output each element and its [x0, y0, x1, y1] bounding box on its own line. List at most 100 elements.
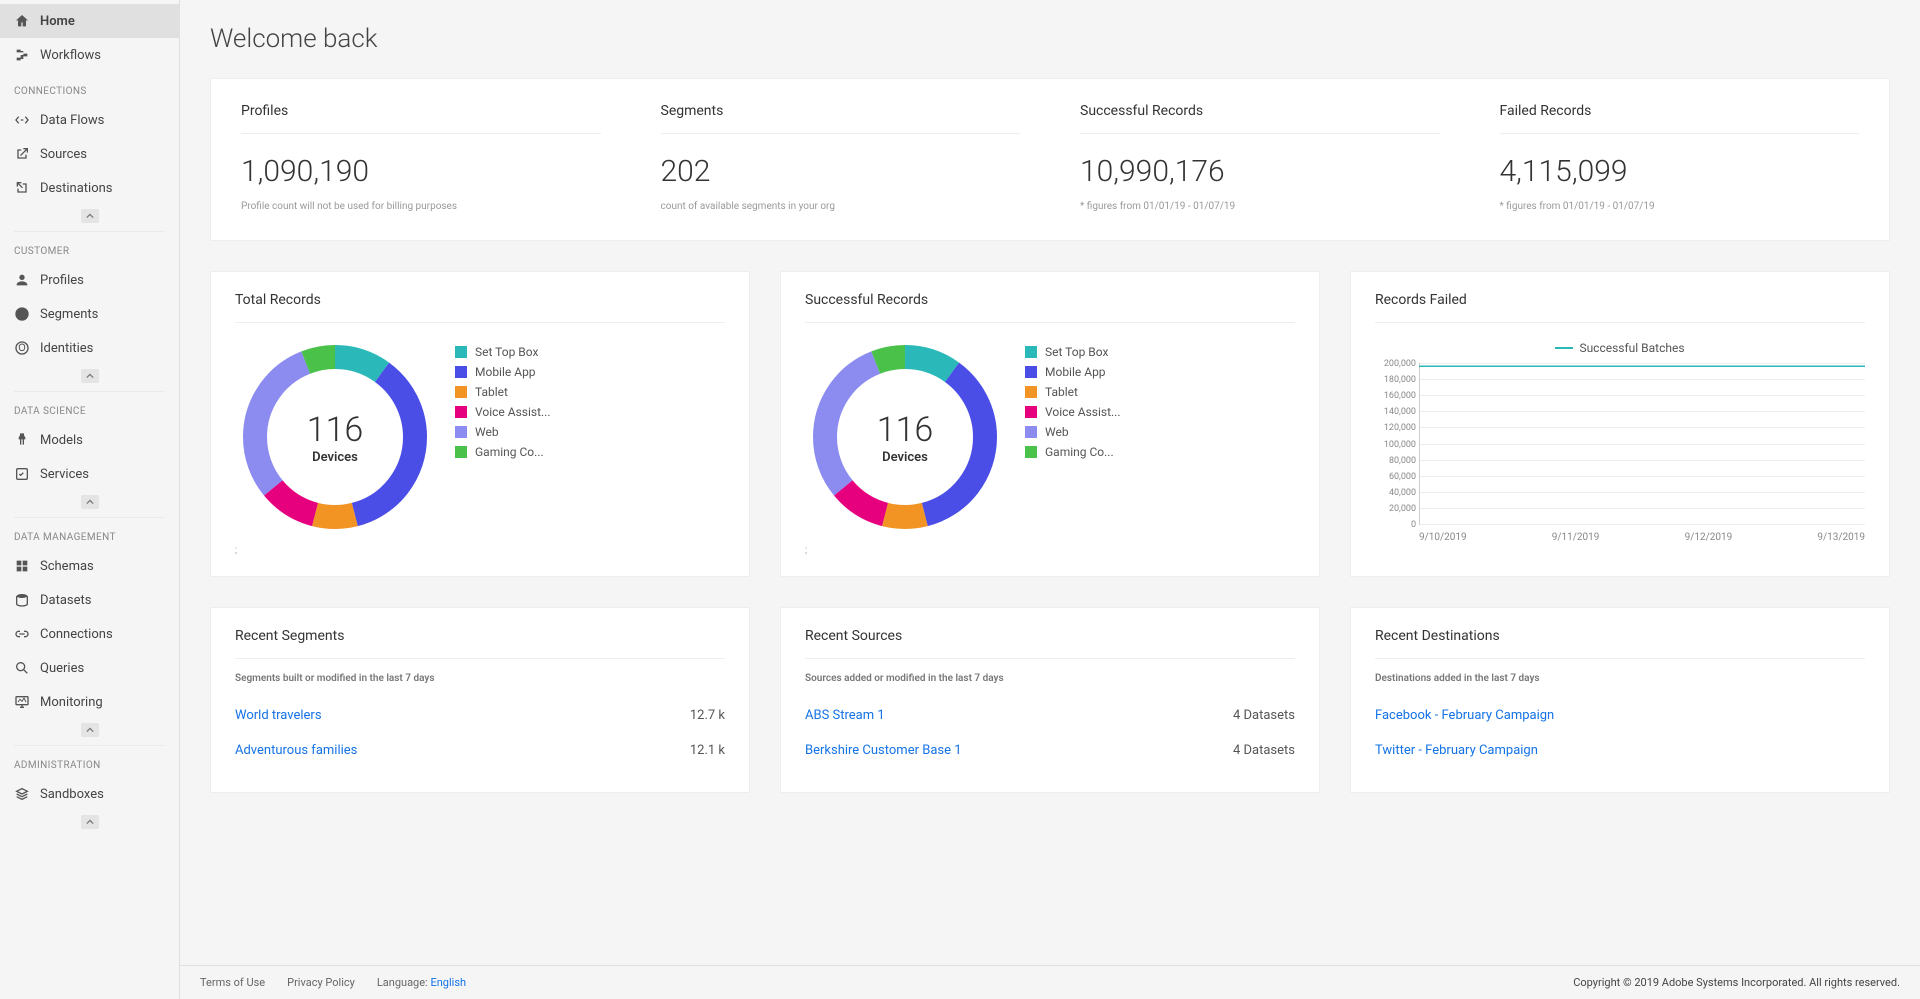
- summary-cell-0: Profiles 1,090,190 Profile count will not …: [211, 79, 631, 240]
- swatch-icon: [1025, 446, 1037, 458]
- card-title: Recent Destinations: [1375, 628, 1865, 659]
- legend-row: Mobile App: [455, 365, 551, 379]
- summary-value: 1,090,190: [241, 154, 601, 189]
- legend-row: Set Top Box: [1025, 345, 1121, 359]
- collapse-button[interactable]: [81, 815, 99, 829]
- sidebar-item-sandboxes[interactable]: Sandboxes: [0, 777, 179, 811]
- y-tick: 140,000: [1376, 407, 1416, 417]
- sidebar-item-schemas[interactable]: Schemas: [0, 549, 179, 583]
- list-link[interactable]: Facebook - February Campaign: [1375, 708, 1554, 723]
- legend: Set Top BoxMobile AppTabletVoice Assist.…: [1025, 345, 1121, 459]
- collapse-button[interactable]: [81, 723, 99, 737]
- sidebar-item-services[interactable]: Services: [0, 457, 179, 491]
- sidebar-item-label: Data Flows: [40, 113, 104, 128]
- model-icon: [14, 432, 30, 448]
- sidebar-item-models[interactable]: Models: [0, 423, 179, 457]
- footer: Terms of Use Privacy Policy Language: En…: [180, 965, 1920, 999]
- list-link[interactable]: ABS Stream 1: [805, 708, 885, 723]
- card-recent-segments: Recent SegmentsSegments built or modifie…: [210, 607, 750, 793]
- sidebar-item-label: Sandboxes: [40, 787, 104, 802]
- footer-lang-value[interactable]: English: [430, 976, 466, 989]
- list-link[interactable]: Twitter - February Campaign: [1375, 743, 1538, 758]
- sidebar-header: DATA MANAGEMENT: [0, 522, 179, 549]
- list-meta: 12.1 k: [690, 743, 725, 758]
- x-tick: 9/11/2019: [1552, 532, 1600, 543]
- summary-value: 202: [661, 154, 1021, 189]
- list-item: Facebook - February Campaign: [1375, 702, 1865, 737]
- sidebar-item-label: Schemas: [40, 559, 94, 574]
- home-icon: [14, 13, 30, 29]
- sidebar-item-label: Services: [40, 467, 89, 482]
- legend-row: Gaming Co...: [1025, 445, 1121, 459]
- summary-cell-2: Successful Records10,990,176* figures fr…: [1050, 79, 1470, 240]
- sidebar-item-profiles[interactable]: Profiles: [0, 263, 179, 297]
- segment-icon: [14, 306, 30, 322]
- legend-row: Set Top Box: [455, 345, 551, 359]
- x-tick: 9/10/2019: [1419, 532, 1467, 543]
- card-title: Successful Records: [805, 292, 1295, 323]
- sidebar-item-label: Connections: [40, 627, 113, 642]
- sidebar-item-connections[interactable]: Connections: [0, 617, 179, 651]
- sidebar-item-destinations[interactable]: Destinations: [0, 171, 179, 205]
- summary-title: Profiles: [241, 103, 601, 134]
- sidebar-item-data-flows[interactable]: Data Flows: [0, 103, 179, 137]
- sidebar-item-queries[interactable]: Queries: [0, 651, 179, 685]
- sidebar-item-label: Profiles: [40, 273, 84, 288]
- donut-value: 116: [307, 410, 364, 450]
- sidebar-item-monitoring[interactable]: Monitoring: [0, 685, 179, 719]
- card-recent-destinations: Recent DestinationsDestinations added in…: [1350, 607, 1890, 793]
- legend-label: Gaming Co...: [1045, 445, 1114, 459]
- schema-icon: [14, 558, 30, 574]
- summary-sub: Profile count will not be used for billi…: [241, 201, 601, 212]
- swatch-icon: [455, 386, 467, 398]
- footer-terms[interactable]: Terms of Use: [200, 976, 265, 989]
- legend-row: Tablet: [455, 385, 551, 399]
- list-link[interactable]: World travelers: [235, 708, 322, 723]
- swatch-icon: [1025, 346, 1037, 358]
- card-subtitle: Sources added or modified in the last 7 …: [805, 673, 1295, 684]
- list-meta: 12.7 k: [690, 708, 725, 723]
- sidebar-item-segments[interactable]: Segments: [0, 297, 179, 331]
- legend-label: Voice Assist...: [1045, 405, 1121, 419]
- sidebar-item-label: Datasets: [40, 593, 92, 608]
- card-successful-records: Successful Records 116Devices Set Top Bo…: [780, 271, 1320, 577]
- legend-row: Web: [1025, 425, 1121, 439]
- content: Welcome back Profiles1,090,190Profile co…: [180, 0, 1920, 965]
- legend-label: Set Top Box: [475, 345, 538, 359]
- footer-copyright: Copyright © 2019 Adobe Systems Incorpora…: [1573, 976, 1900, 989]
- y-tick: 40,000: [1376, 488, 1416, 498]
- legend: Set Top BoxMobile AppTabletVoice Assist.…: [455, 345, 551, 459]
- sidebar-item-identities[interactable]: Identities: [0, 331, 179, 365]
- sidebar-item-label: Home: [40, 14, 75, 29]
- footer-privacy[interactable]: Privacy Policy: [287, 976, 355, 989]
- list-link[interactable]: Berkshire Customer Base 1: [805, 743, 962, 758]
- collapse-button[interactable]: [81, 369, 99, 383]
- x-tick: 9/13/2019: [1817, 532, 1865, 543]
- y-tick: 180,000: [1376, 375, 1416, 385]
- card-subtitle: Segments built or modified in the last 7…: [235, 673, 725, 684]
- list-link[interactable]: Adventurous families: [235, 743, 357, 758]
- sidebar-header: CONNECTIONS: [0, 76, 179, 103]
- legend-label: Set Top Box: [1045, 345, 1108, 359]
- sidebar-item-workflows[interactable]: Workflows: [0, 38, 179, 72]
- collapse-button[interactable]: [81, 495, 99, 509]
- swatch-icon: [1025, 426, 1037, 438]
- y-tick: 160,000: [1376, 391, 1416, 401]
- destination-icon: [14, 180, 30, 196]
- sidebar-item-label: Sources: [40, 147, 87, 162]
- collapse-button[interactable]: [81, 209, 99, 223]
- sidebar: Home Workflows CONNECTIONS Data Flows Sourc…: [0, 0, 180, 999]
- sidebar-item-label: Segments: [40, 307, 98, 322]
- sidebar-item-label: Queries: [40, 661, 84, 676]
- source-icon: [14, 146, 30, 162]
- dataflow-icon: [14, 112, 30, 128]
- sidebar-item-sources[interactable]: Sources: [0, 137, 179, 171]
- sidebar-item-label: Models: [40, 433, 83, 448]
- card-title: Recent Sources: [805, 628, 1295, 659]
- legend-row: Voice Assist...: [1025, 405, 1121, 419]
- card-recent-sources: Recent Sources Sources added or modified …: [780, 607, 1320, 793]
- main: Welcome back Profiles1,090,190Profile co…: [180, 0, 1920, 999]
- linechart: 200,000180,000160,000140,000120,000100,0…: [1375, 363, 1865, 543]
- sidebar-item-home[interactable]: Home: [0, 4, 179, 38]
- sidebar-item-datasets[interactable]: Datasets: [0, 583, 179, 617]
